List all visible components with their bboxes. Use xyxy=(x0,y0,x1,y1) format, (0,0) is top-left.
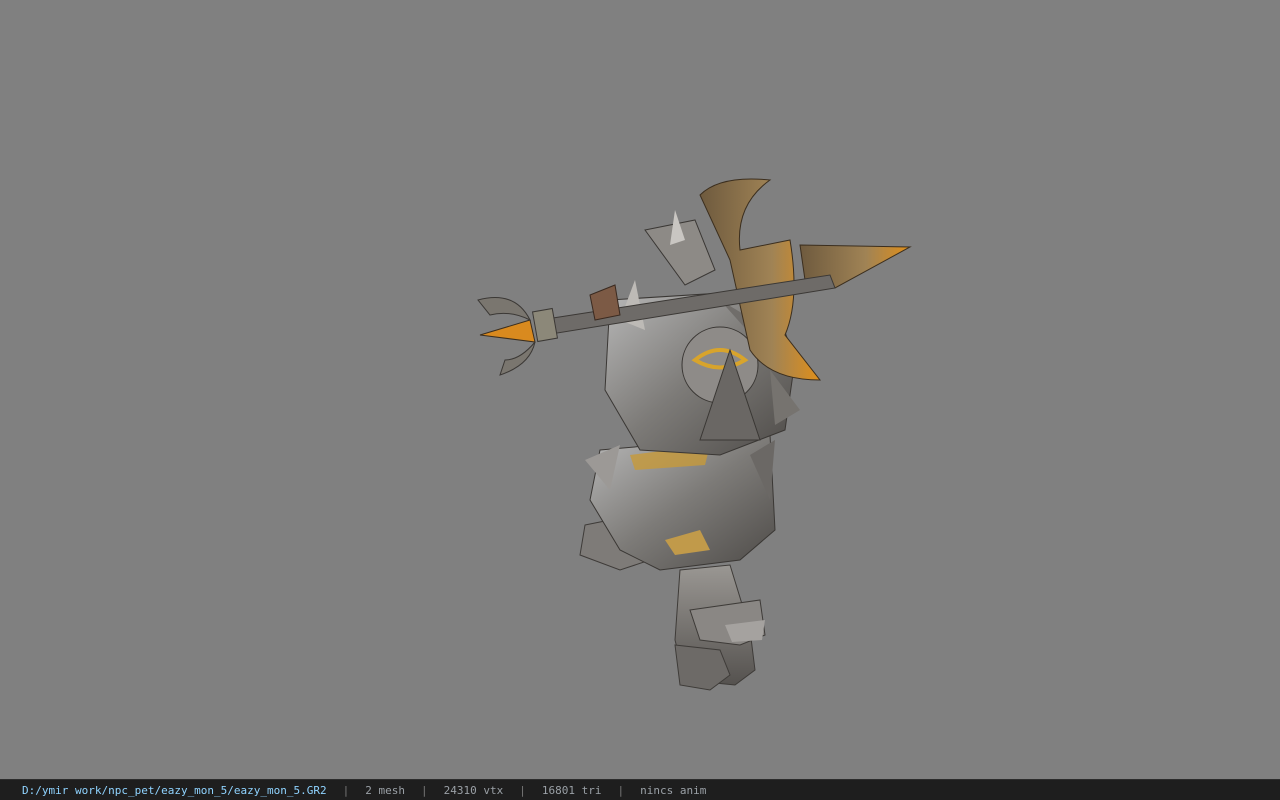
mesh-count: 2 mesh xyxy=(365,783,406,797)
status-bar: D:/ymir work/npc_pet/eazy_mon_5/eazy_mon… xyxy=(0,779,1280,800)
file-path: D:/ymir work/npc_pet/eazy_mon_5/eazy_mon… xyxy=(22,783,327,797)
vertex-count: 24310 vtx xyxy=(443,783,504,797)
separator: | xyxy=(617,783,625,797)
3d-model-armored-creature xyxy=(477,178,912,691)
3d-viewport[interactable] xyxy=(0,0,1280,779)
separator: | xyxy=(421,783,428,797)
animation-status: nincs anim xyxy=(640,783,707,797)
triangle-count: 16801 tri xyxy=(541,783,602,797)
model-viewer-app: D:/ymir work/npc_pet/eazy_mon_5/eazy_mon… xyxy=(0,0,1280,800)
separator: | xyxy=(519,783,526,797)
separator: | xyxy=(342,783,350,797)
